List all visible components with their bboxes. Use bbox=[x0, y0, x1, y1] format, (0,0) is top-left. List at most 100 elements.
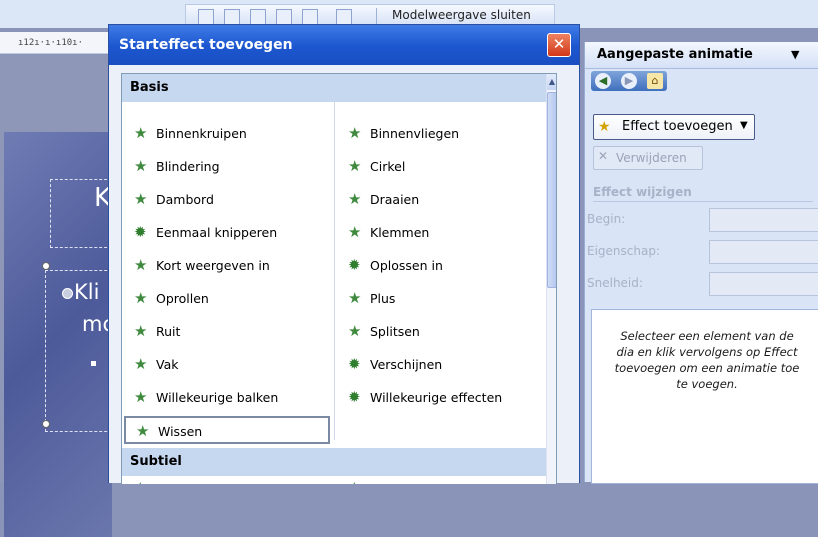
effect-star-icon: ★ bbox=[134, 289, 148, 307]
modify-effect-heading: Effect wijzigen bbox=[593, 185, 692, 199]
item-label: Willekeurige effecten bbox=[370, 390, 503, 405]
taskpane-menu-icon[interactable]: ▼ bbox=[791, 48, 799, 61]
list-item[interactable]: ★ Splitsen bbox=[338, 318, 544, 346]
group-header-subtiel: Subtiel bbox=[122, 448, 546, 476]
remove-button[interactable]: ✕ Verwijderen bbox=[593, 146, 703, 170]
effect-star-icon: ★ bbox=[136, 422, 150, 440]
item-label: Verschijnen bbox=[370, 357, 443, 372]
list-item[interactable]: ★ Binnenkruipen bbox=[124, 120, 330, 148]
item-label: Vak bbox=[156, 357, 179, 372]
item-label: Eenmaal knipperen bbox=[156, 225, 278, 240]
item-label: Binnenkruipen bbox=[156, 126, 247, 141]
dialog-titlebar[interactable]: Starteffect toevoegen ✕ bbox=[109, 25, 579, 65]
list-item[interactable]: ★ Oprollen bbox=[124, 285, 330, 313]
list-item[interactable]: ✹ Willekeurige effecten bbox=[338, 384, 544, 412]
effect-star-icon: ★ bbox=[348, 223, 362, 241]
close-button[interactable]: ✕ bbox=[547, 33, 571, 57]
list-item[interactable]: ✹ Eenmaal knipperen bbox=[124, 219, 330, 247]
list-item-selected[interactable]: ★ Wissen bbox=[124, 416, 330, 444]
item-label: Oplossen in bbox=[370, 258, 443, 273]
item-label: Wissen bbox=[158, 424, 203, 439]
taskpane-title: Aangepaste animatie bbox=[597, 47, 753, 62]
scroll-thumb[interactable] bbox=[547, 92, 556, 288]
toolbar-master-layout-icon[interactable] bbox=[336, 9, 352, 25]
animation-list[interactable]: Selecteer een element van de dia en klik… bbox=[591, 309, 818, 484]
list-scrollbar[interactable]: ▲ bbox=[546, 74, 556, 484]
taskpane-navigation: ◀ ▶ ⌂ bbox=[591, 71, 667, 91]
effect-star-icon: ★ bbox=[134, 124, 148, 142]
toolbar-preserve-icon[interactable] bbox=[276, 9, 292, 25]
scroll-up-icon[interactable]: ▲ bbox=[547, 74, 556, 90]
effect-star-icon: ★ bbox=[348, 289, 362, 307]
list-item[interactable]: ✹ Oplossen in bbox=[338, 252, 544, 280]
item-label: Splitsen bbox=[370, 324, 420, 339]
item-label: Binnenvliegen bbox=[370, 126, 460, 141]
back-icon[interactable]: ◀ bbox=[595, 73, 611, 89]
slide-body-line1: Kli bbox=[74, 280, 100, 304]
remove-label: Verwijderen bbox=[616, 151, 687, 165]
effect-star-icon: ★ bbox=[348, 157, 362, 175]
property-select[interactable] bbox=[709, 240, 818, 264]
item-label: Oprollen bbox=[156, 291, 209, 306]
add-effect-button[interactable]: ★ Effect toevoegen ▼ bbox=[593, 114, 755, 140]
add-effect-label: Effect toevoegen bbox=[622, 119, 733, 134]
effect-star-icon: ✹ bbox=[348, 355, 361, 373]
effect-star-icon: ★ bbox=[348, 124, 362, 142]
bullet-icon bbox=[62, 288, 73, 299]
dialog-body: Basis ★ Binnenkruipen ★ Blindering ★ Dambor… bbox=[109, 65, 579, 484]
effect-star-icon: ★ bbox=[134, 480, 147, 484]
list-item[interactable]: ★ Vak bbox=[124, 351, 330, 379]
list-item[interactable]: ★ Draaien bbox=[338, 186, 544, 214]
list-item[interactable]: ✹ Verschijnen bbox=[338, 351, 544, 379]
list-item[interactable]: ★ Ruit bbox=[124, 318, 330, 346]
speed-select[interactable] bbox=[709, 272, 818, 296]
toolbar-delete-icon[interactable] bbox=[250, 9, 266, 25]
toolbar-insert-icon[interactable] bbox=[198, 9, 214, 25]
toolbar-separator bbox=[376, 8, 377, 24]
item-label: Willekeurige balken bbox=[156, 390, 279, 405]
toolbar-layout-icon[interactable] bbox=[224, 9, 240, 25]
star-icon: ★ bbox=[598, 119, 611, 135]
list-item[interactable]: ★ Dambord bbox=[124, 186, 330, 214]
sub-bullet-icon bbox=[91, 361, 96, 366]
effect-star-icon: ★ bbox=[134, 190, 148, 208]
chevron-down-icon: ▼ bbox=[740, 120, 748, 131]
effect-star-icon: ★ bbox=[134, 256, 148, 274]
group-header-basis: Basis bbox=[122, 74, 546, 102]
item-label: Kort weergeven in bbox=[156, 258, 270, 273]
instruction-text: Selecteer een element van de dia en klik… bbox=[614, 329, 800, 391]
effect-star-icon: ★ bbox=[134, 355, 148, 373]
list-item[interactable]: ★ Kort weergeven in bbox=[124, 252, 330, 280]
effect-star-icon: ✹ bbox=[348, 256, 361, 274]
remove-icon: ✕ bbox=[598, 149, 609, 163]
home-icon[interactable]: ⌂ bbox=[647, 73, 663, 89]
item-label: Blindering bbox=[156, 159, 220, 174]
effect-star-icon: ★ bbox=[348, 480, 361, 484]
item-label: Ruit bbox=[156, 324, 181, 339]
column-divider bbox=[334, 102, 335, 440]
effect-star-icon: ★ bbox=[348, 190, 362, 208]
forward-icon[interactable]: ▶ bbox=[621, 73, 637, 89]
toolbar-rename-icon[interactable] bbox=[302, 9, 318, 25]
list-item[interactable]: ★ Cirkel bbox=[338, 153, 544, 181]
property-label: Eigenschap: bbox=[587, 244, 660, 258]
list-item[interactable]: ★ Klemmen bbox=[338, 219, 544, 247]
list-item[interactable]: ★ Plus bbox=[338, 285, 544, 313]
item-label: Klemmen bbox=[370, 225, 430, 240]
item-label: Cirkel bbox=[370, 159, 406, 174]
group-label: Subtiel bbox=[130, 454, 182, 469]
taskpane-header: Aangepaste animatie ▼ bbox=[585, 42, 818, 69]
slide-overlay: K Kli mc bbox=[0, 0, 117, 482]
effect-list: Basis ★ Binnenkruipen ★ Blindering ★ Dambor… bbox=[121, 73, 557, 484]
item-label: Dambord bbox=[156, 192, 214, 207]
close-master-view-button[interactable]: Modelweergave sluiten bbox=[392, 8, 531, 22]
resize-handle[interactable] bbox=[42, 262, 50, 270]
custom-animation-pane: Aangepaste animatie ▼ ◀ ▶ ⌂ ★ Effect toe… bbox=[584, 42, 818, 484]
effect-star-icon: ✹ bbox=[134, 223, 147, 241]
begin-select[interactable] bbox=[709, 208, 818, 232]
list-item[interactable]: ★ Blindering bbox=[124, 153, 330, 181]
effect-star-icon: ★ bbox=[134, 388, 148, 406]
list-item[interactable]: ★ Willekeurige balken bbox=[124, 384, 330, 412]
resize-handle[interactable] bbox=[42, 420, 50, 428]
list-item[interactable]: ★ Binnenvliegen bbox=[338, 120, 544, 148]
